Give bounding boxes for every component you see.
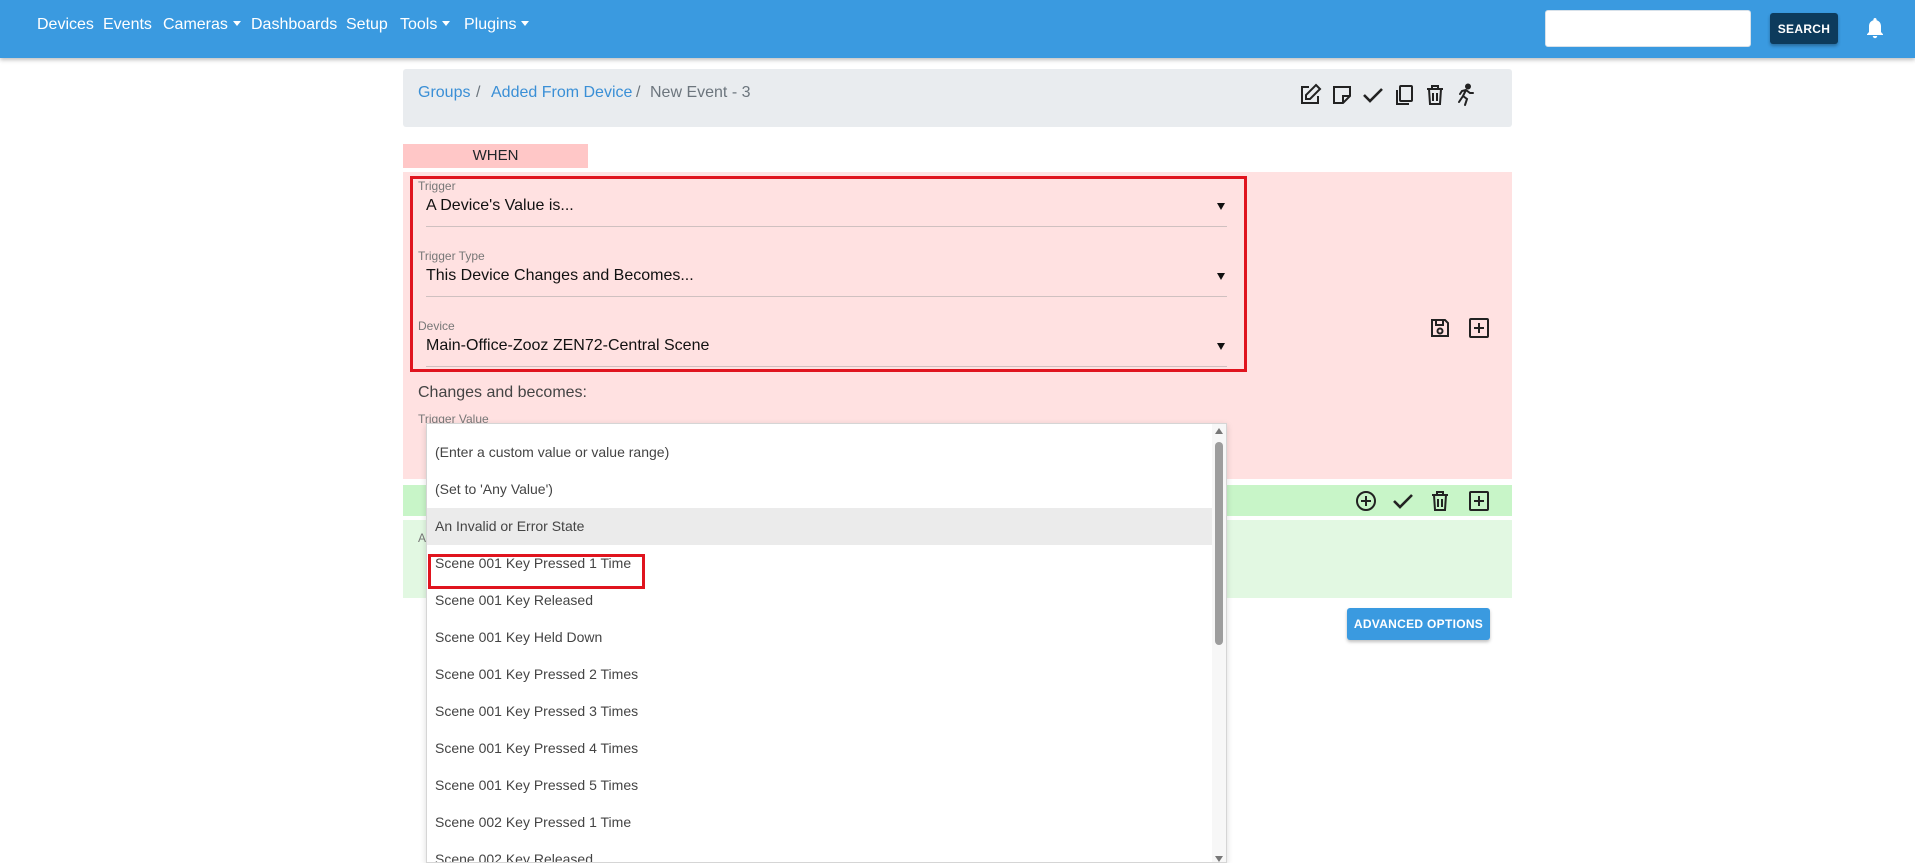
search-button[interactable]: SEARCH (1770, 13, 1838, 44)
top-navbar: Devices Events Cameras Dashboards Setup … (0, 0, 1915, 58)
changes-becomes-label: Changes and becomes: (418, 384, 587, 401)
nav-setup[interactable]: Setup (346, 15, 388, 35)
nav-plugins[interactable]: Plugins (464, 15, 530, 35)
dropdown-option[interactable]: Scene 001 Key Pressed 5 Times (427, 767, 1213, 804)
advanced-options-button[interactable]: ADVANCED OPTIONS (1347, 608, 1490, 640)
breadcrumb-current: New Event - 3 (650, 84, 751, 101)
check-icon[interactable] (1360, 82, 1386, 108)
dropdown-option[interactable]: Scene 002 Key Pressed 1 Time (427, 804, 1213, 841)
nav-devices[interactable]: Devices (37, 15, 94, 35)
dropdown-option[interactable]: Scene 001 Key Pressed 4 Times (427, 730, 1213, 767)
scroll-up-arrow-icon[interactable] (1215, 428, 1223, 434)
plus-square-icon[interactable] (1467, 489, 1491, 513)
trigger-value-dropdown[interactable]: (Enter a custom value or value range) (S… (426, 423, 1227, 863)
dropdown-option[interactable]: Scene 001 Key Pressed 2 Times (427, 656, 1213, 693)
caret-down-icon (442, 21, 451, 26)
copy-icon[interactable] (1391, 82, 1417, 108)
trigger-highlight-box (410, 176, 1247, 372)
bell-icon[interactable] (1863, 16, 1887, 40)
caret-down-icon (521, 21, 530, 26)
dropdown-option[interactable]: Scene 001 Key Pressed 1 Time (427, 545, 1213, 582)
nav-events[interactable]: Events (103, 15, 152, 35)
edit-icon[interactable] (1297, 82, 1323, 108)
trash-icon[interactable] (1428, 489, 1452, 513)
when-section-label: WHEN (403, 144, 588, 168)
dropdown-option[interactable]: Scene 001 Key Held Down (427, 619, 1213, 656)
note-icon[interactable] (1329, 82, 1355, 108)
nav-tools[interactable]: Tools (400, 15, 451, 35)
check-icon[interactable] (1391, 489, 1415, 513)
plus-circle-icon[interactable] (1354, 489, 1378, 513)
dropdown-option-hovered[interactable]: An Invalid or Error State (427, 508, 1213, 545)
run-icon[interactable] (1453, 82, 1479, 108)
trash-icon[interactable] (1422, 82, 1448, 108)
breadcrumb-added-from-device[interactable]: Added From Device (491, 83, 632, 103)
dropdown-option[interactable]: (Set to 'Any Value') (427, 471, 1213, 508)
dropdown-option[interactable]: (Enter a custom value or value range) (427, 434, 1213, 471)
breadcrumb-separator: / (636, 84, 641, 101)
save-icon[interactable] (1428, 316, 1452, 340)
dropdown-scroll-thumb[interactable] (1215, 442, 1223, 645)
caret-down-icon (232, 21, 241, 26)
breadcrumb-bar: Groups / Added From Device / New Event -… (403, 69, 1512, 127)
dropdown-option[interactable]: Scene 001 Key Pressed 3 Times (427, 693, 1213, 730)
then-field-label: A (418, 531, 427, 545)
dropdown-option[interactable]: Scene 001 Key Released (427, 582, 1213, 619)
plus-square-icon[interactable] (1467, 316, 1491, 340)
nav-dashboards[interactable]: Dashboards (251, 15, 337, 35)
search-input[interactable] (1545, 10, 1751, 47)
dropdown-option[interactable]: Scene 002 Key Released (427, 841, 1213, 862)
scroll-down-arrow-icon[interactable] (1215, 856, 1223, 862)
nav-cameras[interactable]: Cameras (163, 15, 241, 35)
breadcrumb-separator: / (476, 84, 481, 101)
breadcrumb-groups[interactable]: Groups (418, 83, 470, 103)
